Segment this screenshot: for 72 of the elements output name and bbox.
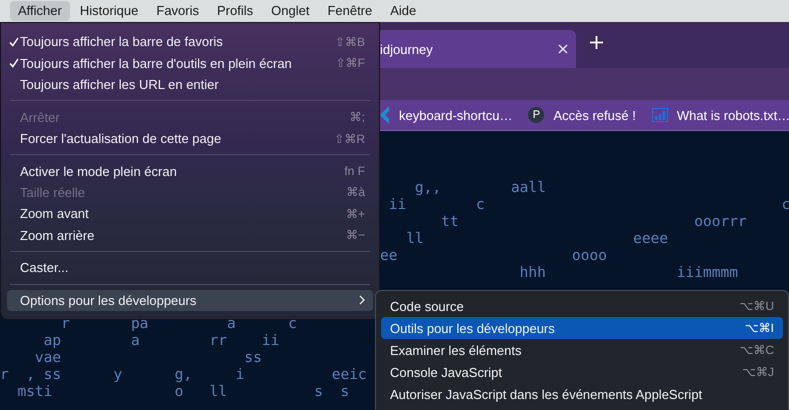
menu-item[interactable]: Toujours afficher la barre d'outils en plein écran ⇧⌘F — [7, 52, 373, 74]
menu-bar-item[interactable]: Fenêtre — [319, 1, 380, 21]
menu-item[interactable]: Activer le mode plein écran fn F — [7, 160, 373, 182]
menu-item-label: Forcer l'actualisation de cette page — [20, 131, 222, 146]
shortcut-label: ⌥⌘J — [742, 365, 774, 379]
page-text: g,, aall — [414, 180, 546, 197]
bookmark-label: What is robots.txt… — [676, 108, 789, 122]
menu-item[interactable]: Console JavaScript ⌥⌘J — [381, 361, 783, 383]
menu-bar-item[interactable]: Favoris — [148, 1, 207, 21]
menu-item[interactable]: Options pour les développeurs — [7, 290, 373, 312]
page-text: hhh iiimmmm — [518, 265, 738, 282]
shortcut-label: ⇧⌘F — [336, 56, 365, 70]
close-icon — [558, 44, 568, 54]
shortcut-label: ⌘+ — [346, 206, 365, 221]
tab-title: idjourney — [380, 42, 433, 56]
menu-item[interactable]: Autoriser JavaScript dans les événements AppleScript — [381, 383, 783, 405]
menu-item[interactable]: Code source ⌥⌘U — [381, 295, 783, 317]
menu-bar-item[interactable]: Onglet — [263, 1, 318, 21]
page-text: r , ss y g, i eeic — [0, 367, 367, 384]
bookmark-label: keyboard-shortcu… — [399, 108, 512, 122]
menu-item-label: Code source — [390, 298, 465, 314]
shortcut-label: ⌘; — [350, 110, 365, 124]
menu-item-label: Autoriser JavaScript dans les événements AppleScript — [390, 386, 704, 402]
menu-item-label: Console JavaScript — [390, 364, 503, 380]
menu-item-label: Zoom avant — [20, 206, 90, 222]
menu-bar-item[interactable]: Aide — [382, 1, 424, 21]
page-text: vae ss — [34, 350, 262, 367]
bookmark-label: Accès refusé ! — [553, 108, 636, 122]
site-icon: P — [528, 107, 544, 123]
menu-item-label: Toujours afficher les URL en entier — [20, 77, 220, 92]
shortcut-label: ⌥⌘C — [740, 343, 774, 357]
shortcut-label: ⌥⌘I — [744, 321, 774, 335]
menu-item-label: Examiner les éléments — [390, 342, 522, 358]
menu-item-label: Options pour les développeurs — [20, 292, 198, 308]
menu-item-label: Toujours afficher la barre d'outils en plein écran — [20, 56, 293, 71]
menu-item[interactable]: Examiner les éléments ⌥⌘C — [381, 339, 783, 361]
shortcut-label: ⌘à — [346, 185, 365, 200]
page-text: ee oooo — [380, 248, 607, 265]
shortcut-label: ⇧⌘B — [334, 34, 365, 49]
menu-item[interactable]: Forcer l'actualisation de cette page ⇧⌘R — [7, 128, 373, 150]
menu-bar-item[interactable]: Historique — [72, 1, 146, 21]
page-text: ii c c — [388, 197, 789, 214]
page-text: ap a rr ii — [42, 333, 280, 350]
menu-item-label: Activer le mode plein écran — [20, 164, 178, 179]
menu-item-label: Zoom arrière — [20, 228, 96, 243]
menu-item-label: Outils pour les développeurs — [390, 320, 556, 336]
bookmark-item[interactable]: P Accès refusé ! — [528, 107, 636, 123]
shortcut-label: ⌘− — [346, 228, 365, 242]
new-tab-icon[interactable] — [590, 36, 603, 49]
chevron-right-icon — [359, 295, 365, 306]
page-text: tt ooorrr — [440, 214, 747, 231]
page-text: r pa a c — [60, 316, 297, 333]
menu-item-label: Toujours afficher la barre de favoris — [20, 34, 224, 50]
shortcut-label: ⌥⌘U — [740, 299, 774, 313]
menu-item-label: Caster... — [20, 260, 70, 276]
bar-chart-icon — [652, 108, 668, 122]
menu-item[interactable]: Toujours afficher les URL en entier — [7, 74, 373, 96]
menu-item[interactable]: Zoom avant ⌘+ — [7, 203, 373, 225]
bookmark-item[interactable]: keyboard-shortcu… — [380, 106, 512, 124]
bookmark-item[interactable]: What is robots.txt… — [652, 108, 789, 122]
menu-item[interactable]: Toujours afficher la barre de favoris ⇧⌘B — [7, 31, 373, 52]
menu-item[interactable]: Zoom arrière ⌘− — [7, 224, 373, 246]
page-text: ll eeee — [405, 231, 668, 248]
page-text: msti o ll s s — [16, 384, 350, 401]
menu-item[interactable]: Outils pour les développeurs ⌥⌘I — [381, 317, 783, 339]
shortcut-label: fn F — [344, 164, 365, 178]
menu-item[interactable]: Caster... — [7, 257, 373, 279]
menu-bar-item[interactable]: Afficher — [10, 1, 70, 21]
menu-bar-item[interactable]: Profils — [209, 1, 262, 21]
menu-item-label: Arrêter — [20, 110, 61, 125]
menu-item-label: Taille réelle — [20, 184, 86, 200]
shortcut-label: ⇧⌘R — [334, 132, 365, 146]
